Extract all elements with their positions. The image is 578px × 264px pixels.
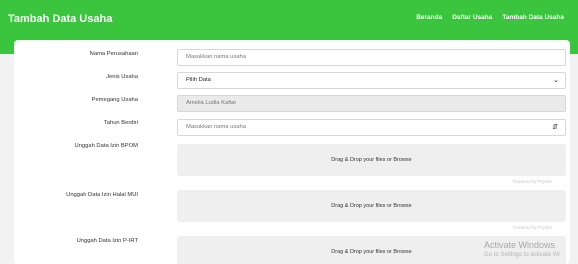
- pemegang-usaha-label: Pemegang Usaha: [91, 97, 138, 103]
- activate-windows-title: Activate Windows: [484, 240, 556, 250]
- upload-pirt-label: Unggah Data Izin P-IRT: [76, 238, 138, 244]
- pemegang-usaha-input: Amelia Ludia Kafiar: [177, 95, 566, 112]
- upload-halal-label: Unggah Data Izin Halal MUI: [66, 192, 138, 198]
- page-title: Tambah Data Usaha: [8, 13, 113, 25]
- number-spinner-icon[interactable]: ⇵: [552, 120, 558, 135]
- chevron-down-icon: ⌄: [553, 77, 559, 84]
- jenis-usaha-value: Pilih Data: [186, 77, 211, 83]
- powered-by-text: Powered by PQINA: [512, 225, 552, 230]
- tahun-berdiri-input[interactable]: Masukkan nama usaha ⇵: [177, 119, 566, 136]
- nav-daftar-usaha[interactable]: Daftar Usaha: [452, 14, 492, 21]
- upload-halal-dropzone[interactable]: Drag & Drop your files or Browse: [177, 190, 566, 222]
- activate-windows-subtitle: Go to Settings to activate Wi: [484, 252, 560, 258]
- jenis-usaha-label: Jenis Usaha: [106, 74, 138, 80]
- form-card: Nama Perusahaan Masukkan nama usaha Jeni…: [14, 40, 570, 264]
- tahun-berdiri-placeholder: Masukkan nama usaha: [186, 124, 246, 130]
- nav-tambah-data-usaha[interactable]: Tambah Data Usaha: [502, 14, 564, 21]
- upload-bpom-dropzone[interactable]: Drag & Drop your files or Browse: [177, 144, 566, 176]
- nama-perusahaan-label: Nama Perusahaan: [89, 51, 138, 57]
- nav-links: Beranda Daftar Usaha Tambah Data Usaha: [416, 14, 564, 21]
- powered-by-text: Powered by PQINA: [512, 179, 552, 184]
- tahun-berdiri-label: Tahun Berdiri: [103, 120, 138, 126]
- navbar: Tambah Data Usaha Beranda Daftar Usaha T…: [0, 0, 578, 40]
- jenis-usaha-select[interactable]: Pilih Data ⌄: [177, 72, 566, 89]
- upload-bpom-label: Unggah Data Izin BPOM: [74, 143, 138, 149]
- nama-perusahaan-input[interactable]: Masukkan nama usaha: [177, 49, 566, 66]
- nav-beranda[interactable]: Beranda: [416, 14, 442, 21]
